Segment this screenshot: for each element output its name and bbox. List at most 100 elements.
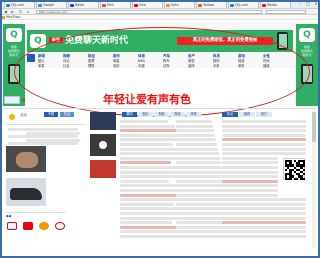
headline-line[interactable]: [120, 124, 175, 128]
brand-logo-paipai[interactable]: [22, 222, 34, 230]
car-photo[interactable]: [6, 178, 46, 206]
right-link-line[interactable]: [222, 161, 278, 165]
headline-line[interactable]: [120, 202, 174, 206]
tab-topic[interactable]: 专题: [44, 112, 58, 117]
headline-line[interactable]: [176, 152, 219, 156]
link-text-line[interactable]: [8, 128, 78, 131]
news-tab[interactable]: 体育: [186, 112, 201, 117]
right-link-line[interactable]: [222, 207, 306, 211]
right-link-line[interactable]: [222, 143, 306, 146]
right-link-line[interactable]: [222, 184, 278, 188]
link-text-line[interactable]: [8, 135, 78, 138]
weather-city[interactable]: 北京: [20, 113, 27, 118]
weather-icon: [6, 113, 18, 121]
news-photo-1[interactable]: [6, 146, 46, 172]
right-link-line[interactable]: [222, 124, 306, 128]
headline-line[interactable]: [120, 129, 182, 133]
scrollbar[interactable]: [312, 108, 316, 248]
qr-cell: [296, 177, 299, 180]
headline-line[interactable]: [176, 147, 218, 151]
slogan-banner[interactable]: 年轻让爱有声有色: [103, 93, 191, 107]
headline-line[interactable]: [120, 225, 179, 229]
tab-hot[interactable]: 热点: [60, 112, 74, 117]
right-link-line[interactable]: [222, 170, 278, 174]
qq-logo-icon: Q: [299, 28, 315, 42]
qr-cell: [289, 177, 292, 180]
qr-cell: [302, 164, 305, 167]
divider: [6, 212, 66, 213]
right-link-line[interactable]: [222, 193, 278, 197]
right-link-line[interactable]: [222, 221, 306, 225]
qr-cell: [302, 173, 305, 176]
left-promo-logo[interactable]: ✿: [4, 92, 42, 106]
right-link-line[interactable]: [222, 156, 278, 160]
headline-line[interactable]: [176, 161, 221, 165]
right-link-line[interactable]: [222, 189, 278, 192]
headline-line[interactable]: [120, 147, 180, 151]
qr-code: [283, 158, 305, 180]
headline-line[interactable]: [176, 184, 226, 188]
headline-line[interactable]: [120, 189, 183, 192]
right-link-line[interactable]: [222, 133, 306, 137]
right-link-line[interactable]: [222, 202, 306, 206]
brand-logo-news[interactable]: [6, 222, 18, 230]
headline-line[interactable]: [176, 170, 223, 174]
headline-line[interactable]: [120, 207, 181, 211]
news-tab[interactable]: 财经: [170, 112, 185, 117]
play-icon[interactable]: [99, 141, 107, 149]
right-link-line[interactable]: [222, 216, 306, 220]
news-tab[interactable]: 视频: [154, 112, 169, 117]
headline-line[interactable]: [120, 179, 169, 183]
headline-line[interactable]: [176, 133, 215, 137]
headline-line[interactable]: [176, 156, 220, 160]
right-link-line[interactable]: [222, 225, 306, 229]
brand-logo-sogou[interactable]: [54, 222, 66, 230]
headline-line[interactable]: [176, 189, 227, 192]
right-link-line[interactable]: [222, 138, 306, 142]
right-link-line[interactable]: [222, 147, 306, 151]
headline-line[interactable]: [176, 138, 216, 142]
news-tab[interactable]: 要闻: [122, 112, 137, 117]
right-link-line[interactable]: [222, 175, 278, 179]
headline-line[interactable]: [120, 161, 171, 165]
right-link-line[interactable]: [222, 129, 306, 133]
photo-subject: [16, 152, 38, 168]
right-link-line[interactable]: [222, 198, 306, 202]
content-divider: [3, 108, 316, 109]
brand-logo-travel[interactable]: [38, 222, 50, 230]
headline-line[interactable]: [176, 175, 224, 179]
headline-line[interactable]: [120, 166, 178, 169]
right-link-line[interactable]: [222, 212, 306, 215]
right-link-line[interactable]: [222, 166, 278, 169]
qr-cell: [302, 168, 305, 171]
right-tab[interactable]: 热点: [222, 112, 238, 117]
news-tab[interactable]: 图片: [138, 112, 153, 117]
headline-line[interactable]: [120, 184, 176, 188]
qq-logo-icon: Q: [6, 28, 22, 42]
headline-line[interactable]: [120, 143, 173, 146]
link-text-line[interactable]: [8, 142, 78, 145]
right-link-line[interactable]: [222, 230, 306, 234]
featured-photo[interactable]: [90, 112, 116, 130]
headline-line[interactable]: [176, 120, 212, 123]
headline-line[interactable]: [120, 120, 168, 123]
qr-cell: [302, 177, 305, 180]
scrollbar-thumb[interactable]: [312, 112, 316, 142]
right-link-line[interactable]: [222, 152, 306, 156]
headline-line[interactable]: [176, 129, 214, 133]
promo-image: [4, 96, 20, 104]
right-tab[interactable]: 推荐: [239, 112, 255, 117]
headline-line[interactable]: [176, 166, 222, 169]
headline-line[interactable]: [176, 124, 213, 128]
right-link-line[interactable]: [222, 235, 306, 238]
right-link-line[interactable]: [222, 179, 278, 183]
headline-line[interactable]: [120, 221, 172, 225]
headline-line[interactable]: [176, 193, 228, 197]
divider: [6, 124, 86, 125]
headline-line[interactable]: [176, 143, 217, 146]
video-thumbnail[interactable]: [90, 134, 116, 156]
news-photo-2[interactable]: [90, 160, 116, 178]
headline-line[interactable]: [176, 179, 225, 183]
right-tab[interactable]: 排行: [256, 112, 272, 117]
right-link-line[interactable]: [222, 120, 306, 123]
